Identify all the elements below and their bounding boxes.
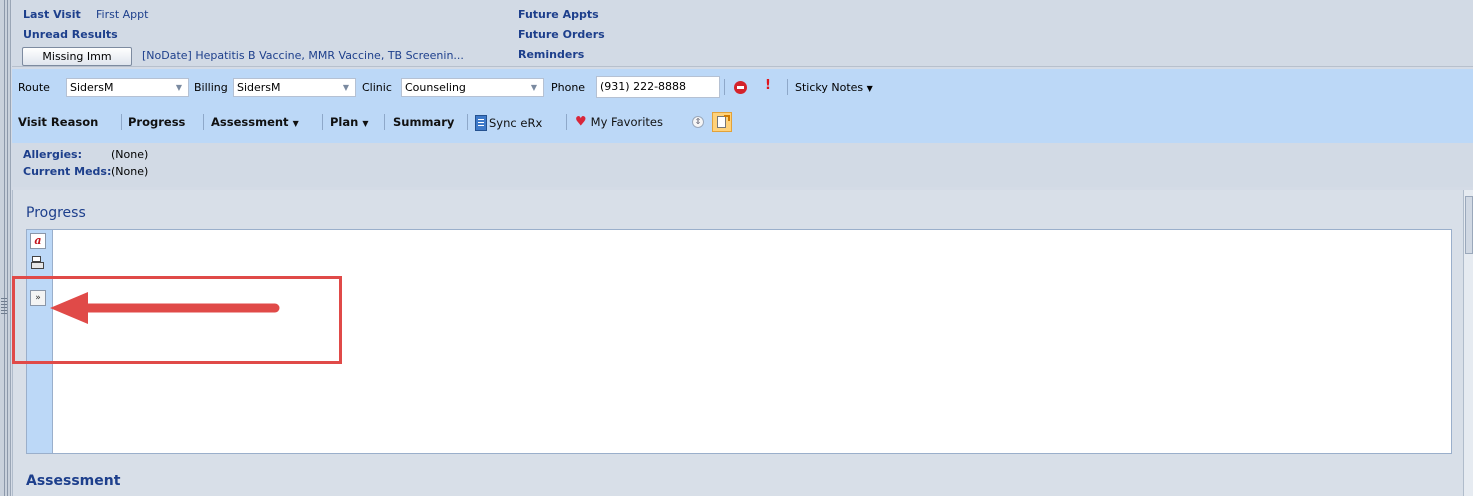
left-frame-divider [4, 0, 8, 496]
phone-label: Phone [551, 81, 586, 94]
sync-erx-label: Sync eRx [489, 116, 543, 130]
route-value: SidersM [70, 81, 114, 94]
reminders-link[interactable]: Reminders [518, 48, 584, 61]
nav-separator [467, 114, 468, 130]
tab-progress[interactable]: Progress [128, 113, 185, 131]
clinic-value: Counseling [405, 81, 466, 94]
tab-visit-reason[interactable]: Visit Reason [18, 113, 98, 131]
nav-separator [322, 114, 323, 130]
alert-icon[interactable]: ! [765, 78, 771, 93]
phone-value: (931) 222-8888 [600, 80, 687, 93]
document-export-icon[interactable] [712, 112, 732, 132]
nav-separator [121, 114, 122, 130]
allergies-meds-panel [12, 143, 1473, 187]
last-visit-label: Last Visit [23, 8, 81, 21]
future-orders-link[interactable]: Future Orders [518, 28, 605, 41]
sync-erx-button[interactable]: Sync eRx [475, 114, 542, 132]
allergies-label[interactable]: Allergies: [23, 148, 82, 161]
billing-value: SidersM [237, 81, 281, 94]
current-meds-value: (None) [111, 165, 149, 178]
missing-imm-button[interactable]: Missing Imm [22, 47, 132, 66]
tab-plan-label: Plan [330, 115, 359, 129]
toolbar-separator [787, 79, 788, 95]
annotation-arrow-icon [50, 292, 280, 324]
heart-icon: ♥ [575, 114, 587, 130]
rx-pad-icon [475, 115, 487, 131]
chevron-down-icon: ▼ [342, 83, 350, 92]
missing-imm-text: [NoDate] Hepatitis B Vaccine, MMR Vaccin… [142, 49, 464, 62]
splitter-grip[interactable] [1, 298, 7, 314]
assessment-section-title: Assessment [26, 473, 121, 489]
scrollbar-thumb[interactable] [1465, 196, 1473, 254]
future-appts-link[interactable]: Future Appts [518, 8, 599, 21]
allergies-value: (None) [111, 148, 149, 161]
chevron-down-icon: ▼ [530, 83, 538, 92]
nav-separator [384, 114, 385, 130]
my-favorites-button[interactable]: ♥ My Favorites [575, 113, 663, 131]
route-select[interactable]: SidersM ▼ [66, 78, 189, 97]
unread-results-link[interactable]: Unread Results [23, 28, 118, 41]
sticky-notes-label: Sticky Notes [795, 81, 864, 94]
tab-assessment[interactable]: Assessment ▼ [211, 113, 299, 133]
print-icon[interactable] [30, 255, 46, 271]
chevron-down-icon: ▼ [175, 83, 183, 92]
sticky-notes-menu[interactable]: Sticky Notes ▼ [795, 78, 873, 98]
caret-down-icon: ▼ [292, 119, 299, 128]
clinic-label: Clinic [362, 81, 392, 94]
toolbar-separator [724, 79, 725, 95]
scroll-toggle-icon[interactable]: ⇕ [692, 116, 704, 128]
last-visit-value: First Appt [96, 8, 149, 21]
nav-separator [203, 114, 204, 130]
nav-separator [566, 114, 567, 130]
route-label: Route [18, 81, 50, 94]
tab-assessment-label: Assessment [211, 115, 289, 129]
current-meds-label[interactable]: Current Meds: [23, 165, 111, 178]
clinic-select[interactable]: Counseling ▼ [401, 78, 544, 97]
tab-summary[interactable]: Summary [393, 113, 454, 131]
spell-check-icon[interactable]: a [30, 233, 46, 249]
no-entry-icon[interactable] [734, 81, 747, 94]
billing-select[interactable]: SidersM ▼ [233, 78, 356, 97]
caret-down-icon: ▼ [362, 119, 369, 128]
my-favorites-label: My Favorites [590, 115, 663, 129]
caret-down-icon: ▼ [866, 84, 873, 93]
progress-section-title: Progress [26, 205, 86, 221]
billing-label: Billing [194, 81, 228, 94]
phone-input[interactable]: (931) 222-8888 [596, 76, 720, 98]
tab-plan[interactable]: Plan ▼ [330, 113, 369, 133]
